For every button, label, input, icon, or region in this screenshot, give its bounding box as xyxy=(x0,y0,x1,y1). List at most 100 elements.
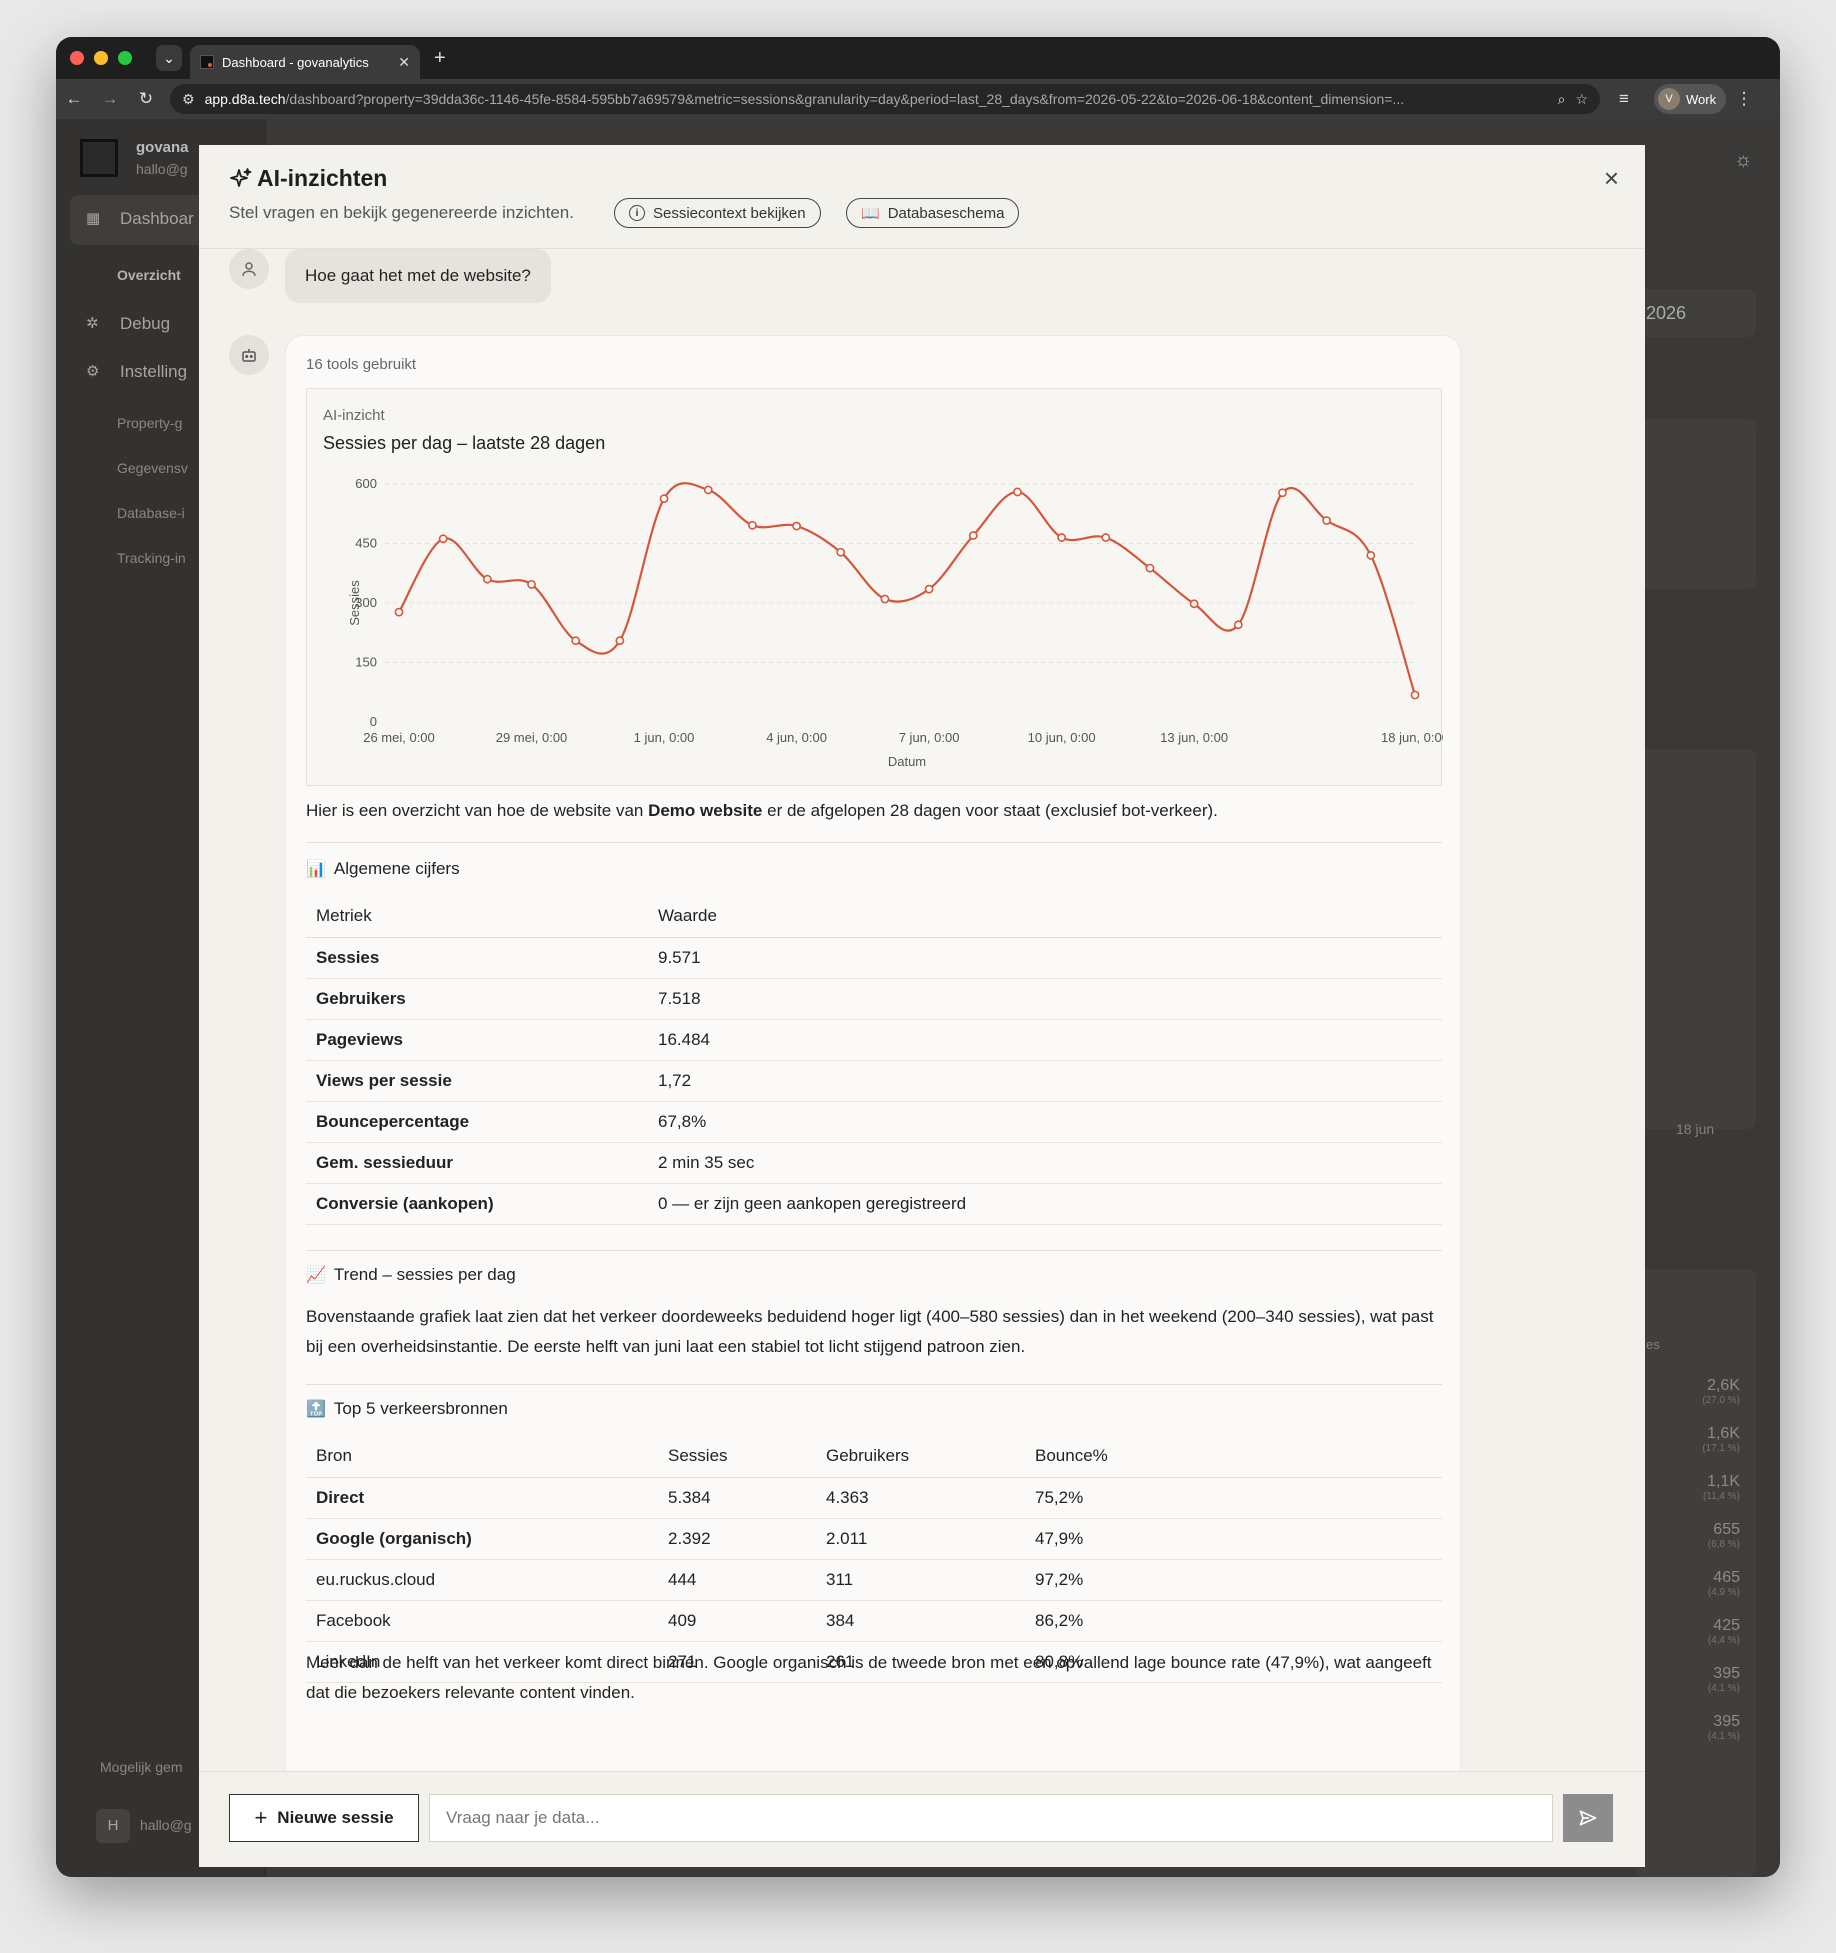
window-controls xyxy=(70,51,132,65)
modal-subtitle: Stel vragen en bekijk gegenereerde inzic… xyxy=(229,203,574,222)
background-source-value: 1,1K (11,4 %) xyxy=(1670,1473,1740,1502)
data-point xyxy=(482,574,492,584)
source-bounce: 86,2% xyxy=(1025,1600,1442,1642)
user-icon xyxy=(242,262,256,276)
sidebar-item-dashboard[interactable]: Dashboar xyxy=(120,209,194,229)
modal-footer: + Nieuwe sessie xyxy=(199,1771,1645,1867)
assistant-avatar xyxy=(229,335,269,375)
profile-name: Work xyxy=(1686,91,1717,107)
profile-button[interactable]: V Work xyxy=(1654,84,1727,114)
background-source-value: 2,6K (27,0 %) xyxy=(1670,1377,1740,1406)
session-context-button[interactable]: i Sessiecontext bekijken xyxy=(614,198,821,228)
data-point xyxy=(438,534,448,544)
user-message: Hoe gaat het met de website? xyxy=(285,249,551,303)
sidebar-item-database[interactable]: Database-i xyxy=(117,505,185,521)
theme-toggle-icon[interactable]: ☼ xyxy=(1734,149,1752,172)
background-source-value: 395 (4,1 %) xyxy=(1670,1665,1740,1694)
value-text: 1,6K xyxy=(1707,1425,1740,1442)
favicon-icon xyxy=(200,55,214,69)
x-tick-label: 29 mei, 0:00 xyxy=(496,730,568,745)
new-tab-button[interactable]: + xyxy=(434,47,446,70)
chat-input[interactable] xyxy=(429,1794,1553,1842)
data-point xyxy=(836,547,846,557)
percent-text: (27,0 %) xyxy=(1702,1395,1740,1406)
sidebar-item-data[interactable]: Gegevensv xyxy=(117,460,188,476)
new-session-button[interactable]: + Nieuwe sessie xyxy=(229,1794,419,1842)
chart-card xyxy=(1636,749,1756,1129)
sidebar-item-debug[interactable]: Debug xyxy=(120,314,170,334)
y-tick-label: 0 xyxy=(370,714,377,729)
database-schema-label: Databaseschema xyxy=(887,204,1005,222)
close-icon[interactable]: ✕ xyxy=(398,54,410,71)
x-tick-label: 1 jun, 0:00 xyxy=(634,730,695,745)
data-point xyxy=(968,531,978,540)
divider xyxy=(306,1384,1442,1385)
metric-name: Conversie (aankopen) xyxy=(306,1183,648,1225)
value-text: 395 xyxy=(1713,1713,1740,1730)
y-axis-label: Sessies xyxy=(347,580,362,626)
metric-value: 67,8% xyxy=(648,1101,1442,1143)
data-point xyxy=(1366,550,1376,560)
site-settings-icon[interactable]: ⚙ xyxy=(182,91,195,108)
sparkle-icon xyxy=(230,168,252,187)
x-tick-label: 26 mei, 0:00 xyxy=(363,730,435,745)
column-header: Bron xyxy=(306,1436,658,1478)
divider xyxy=(306,1250,1442,1251)
browser-menu-icon[interactable]: ⋮ xyxy=(1726,89,1762,109)
url-bar[interactable]: ⚙ app.d8a.tech /dashboard?property=39dda… xyxy=(170,84,1600,114)
percent-text: (4,1 %) xyxy=(1707,1731,1740,1742)
tab-title: Dashboard - govanalytics xyxy=(222,54,369,70)
value-text: 425 xyxy=(1713,1617,1740,1634)
address-toolbar: ← → ↻ ⚙ app.d8a.tech /dashboard?property… xyxy=(56,79,1780,119)
tab-search-button[interactable]: ⌄ xyxy=(156,45,182,71)
sidebar-item-settings[interactable]: Instelling xyxy=(120,362,187,382)
data-point xyxy=(924,584,934,594)
section-trend-title: Trend – sessies per dag xyxy=(333,1265,516,1284)
app-logo xyxy=(80,139,118,177)
user-avatar xyxy=(229,249,269,289)
table-header-row: Metriek Waarde xyxy=(306,896,1442,938)
modal-title: AI-inzichten xyxy=(257,165,388,191)
source-users: 4.363 xyxy=(816,1477,1025,1519)
value-text: 2,6K xyxy=(1707,1377,1740,1394)
database-schema-button[interactable]: 📖 Databaseschema xyxy=(846,198,1020,228)
close-modal-icon[interactable]: × xyxy=(1604,165,1619,191)
send-button[interactable] xyxy=(1563,1794,1613,1842)
data-point xyxy=(1013,487,1022,497)
metric-name: Pageviews xyxy=(306,1019,648,1061)
value-text: 1,1K xyxy=(1707,1473,1740,1490)
reading-list-icon[interactable]: ≡ xyxy=(1606,89,1642,109)
background-source-value: 1,6K (17,1 %) xyxy=(1670,1425,1740,1454)
sidebar-item-overview[interactable]: Overzicht xyxy=(117,267,181,283)
sources-paragraph: Meer dan de helft van het verkeer komt d… xyxy=(306,1653,1432,1702)
profile-avatar: V xyxy=(1658,88,1680,110)
x-tick-label: 10 jun, 0:00 xyxy=(1028,730,1096,745)
zoom-icon[interactable]: ⌕ xyxy=(1558,91,1566,108)
reload-icon[interactable]: ↻ xyxy=(128,89,164,109)
close-window-button[interactable] xyxy=(70,51,84,65)
data-point xyxy=(1233,620,1243,630)
gear-icon: ⚙ xyxy=(86,363,100,380)
data-point xyxy=(527,579,536,589)
table-row: Google (organisch) 2.392 2.011 47,9% xyxy=(306,1518,1442,1560)
metric-name: Views per sessie xyxy=(306,1060,648,1102)
maximize-window-button[interactable] xyxy=(118,51,132,65)
background-source-value: 465 (4,9 %) xyxy=(1670,1569,1740,1598)
source-bounce: 75,2% xyxy=(1025,1477,1442,1519)
minimize-window-button[interactable] xyxy=(94,51,108,65)
tools-used-toggle[interactable]: 16 tools gebruikt xyxy=(306,356,416,373)
sidebar-item-property[interactable]: Property-g xyxy=(117,415,182,431)
modal-header: AI-inzichten Stel vragen en bekijk gegen… xyxy=(199,145,1645,249)
axis-date-label: 18 jun xyxy=(1676,1121,1715,1137)
book-icon: 📖 xyxy=(861,205,880,222)
data-point xyxy=(1322,516,1332,525)
metric-value: 16.484 xyxy=(648,1019,1442,1061)
forward-icon[interactable]: → xyxy=(92,89,128,109)
browser-tab[interactable]: Dashboard - govanalytics ✕ xyxy=(190,45,420,79)
metric-name: Sessies xyxy=(306,937,648,979)
sidebar-item-tracking[interactable]: Tracking-in xyxy=(117,550,186,566)
percent-text: (11,4 %) xyxy=(1702,1491,1740,1502)
session-context-label: Sessiecontext bekijken xyxy=(653,204,806,222)
back-icon[interactable]: ← xyxy=(56,89,92,109)
bookmark-star-icon[interactable]: ☆ xyxy=(1575,91,1588,108)
